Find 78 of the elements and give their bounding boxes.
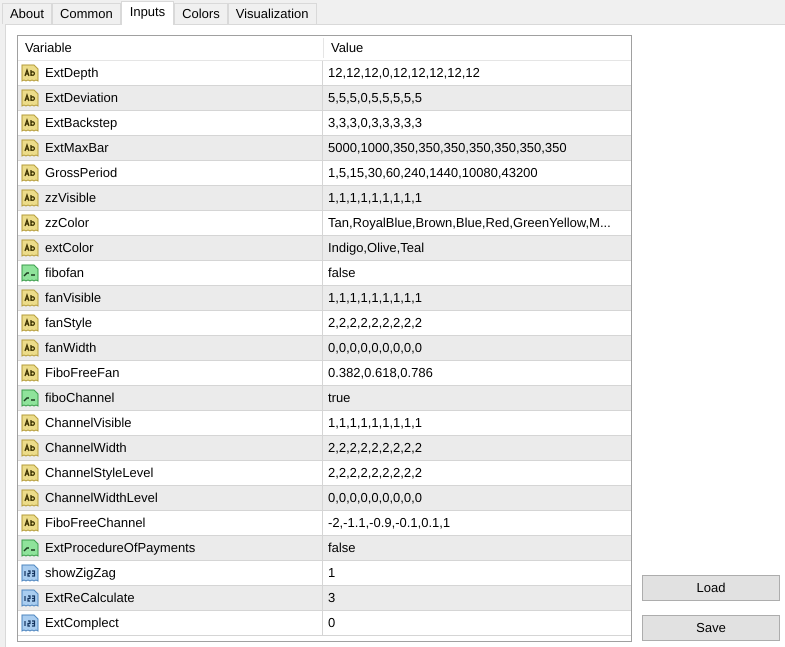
variable-value: false — [327, 539, 356, 558]
variable-value: 1,1,1,1,1,1,1,1,1 — [327, 289, 422, 308]
variable-name: ExtDeviation — [45, 89, 118, 108]
variable-name: showZigZag — [45, 564, 116, 582]
action-button[interactable]: Save — [642, 615, 780, 641]
variable-name: ChannelWidthLevel — [45, 489, 158, 508]
variable-value: 5,5,5,0,5,5,5,5,5 — [327, 89, 422, 108]
variable-name: ChannelVisible — [45, 414, 132, 432]
variable-value: -2,-1.1,-0.9,-0.1,0.1,1 — [327, 514, 450, 532]
variable-value: 0 — [327, 614, 336, 632]
variable-value: 2,2,2,2,2,2,2,2,2 — [327, 314, 422, 332]
variable-name: fanVisible — [45, 289, 102, 308]
variable-name: fanWidth — [45, 339, 96, 358]
variable-name: extColor — [45, 239, 94, 258]
variable-value: Tan,RoyalBlue,Brown,Blue,Red,GreenYellow,M... — [327, 214, 611, 232]
variable-name: ChannelWidth — [45, 439, 127, 458]
text-type-icon — [20, 138, 40, 158]
variable-value: true — [327, 389, 350, 408]
text-type-icon — [20, 213, 40, 233]
tab[interactable]: Inputs — [120, 1, 174, 25]
variable-name: ExtProcedureOfPayments — [45, 539, 196, 558]
variable-name: ExtDepth — [45, 64, 98, 82]
variable-value: 2,2,2,2,2,2,2,2,2 — [327, 464, 422, 482]
variable-value: 1,1,1,1,1,1,1,1,1 — [327, 414, 422, 432]
text-type-icon — [20, 288, 40, 308]
variable-value: 1,1,1,1,1,1,1,1,1 — [327, 189, 422, 208]
variable-name: fiboChannel — [45, 389, 114, 408]
variable-name: fanStyle — [45, 314, 92, 332]
tab[interactable]: Colors — [174, 3, 228, 24]
toggle-type-icon — [20, 538, 40, 558]
variable-name: FiboFreeChannel — [45, 514, 146, 532]
text-type-icon — [20, 413, 40, 433]
text-type-icon — [20, 363, 40, 383]
variable-name: GrossPeriod — [45, 164, 118, 182]
text-type-icon — [20, 338, 40, 358]
text-type-icon — [20, 63, 40, 83]
variable-name: ExtComplect — [45, 614, 119, 632]
tab[interactable]: About — [2, 3, 52, 24]
variable-value: false — [327, 264, 356, 282]
text-type-icon — [20, 463, 40, 483]
variable-value: 1 — [327, 564, 336, 582]
text-type-icon — [20, 238, 40, 258]
text-type-icon — [20, 513, 40, 533]
variable-value: Indigo,Olive,Teal — [327, 239, 424, 258]
number-type-icon — [20, 563, 40, 583]
variable-value: 3,3,3,0,3,3,3,3,3 — [327, 114, 422, 132]
variable-name: ChannelStyleLevel — [45, 464, 154, 482]
toggle-type-icon — [20, 388, 40, 408]
variable-value: 3 — [327, 589, 336, 608]
number-type-icon — [20, 588, 40, 608]
tab[interactable]: Visualization — [228, 3, 316, 24]
text-type-icon — [20, 113, 40, 133]
variable-name: ExtMaxBar — [45, 139, 109, 158]
variable-name: zzColor — [45, 214, 90, 232]
variable-value: 0,0,0,0,0,0,0,0,0 — [327, 339, 422, 358]
variable-value: 0,0,0,0,0,0,0,0,0 — [327, 489, 422, 508]
text-type-icon — [20, 163, 40, 183]
text-type-icon — [20, 488, 40, 508]
action-button[interactable]: Load — [642, 575, 780, 601]
text-type-icon — [20, 313, 40, 333]
variable-name: FiboFreeFan — [45, 364, 120, 382]
variable-name: zzVisible — [45, 189, 96, 208]
variable-value: 1,5,15,30,60,240,1440,10080,43200 — [327, 164, 538, 182]
text-type-icon — [20, 438, 40, 458]
variable-value: 2,2,2,2,2,2,2,2,2 — [327, 439, 422, 458]
text-type-icon — [20, 188, 40, 208]
column-header: Variable — [24, 39, 73, 58]
number-type-icon — [20, 613, 40, 633]
variable-name: fibofan — [45, 264, 84, 282]
variable-value: 12,12,12,0,12,12,12,12,12 — [327, 64, 480, 82]
variable-value: 0.382,0.618,0.786 — [327, 364, 433, 382]
variable-name: ExtReCalculate — [45, 589, 135, 608]
column-header: Value — [323, 38, 364, 58]
toggle-type-icon — [20, 263, 40, 283]
variable-value: 5000,1000,350,350,350,350,350,350,350 — [327, 139, 567, 158]
variable-name: ExtBackstep — [45, 114, 118, 132]
text-type-icon — [20, 88, 40, 108]
tab[interactable]: Common — [52, 3, 121, 24]
